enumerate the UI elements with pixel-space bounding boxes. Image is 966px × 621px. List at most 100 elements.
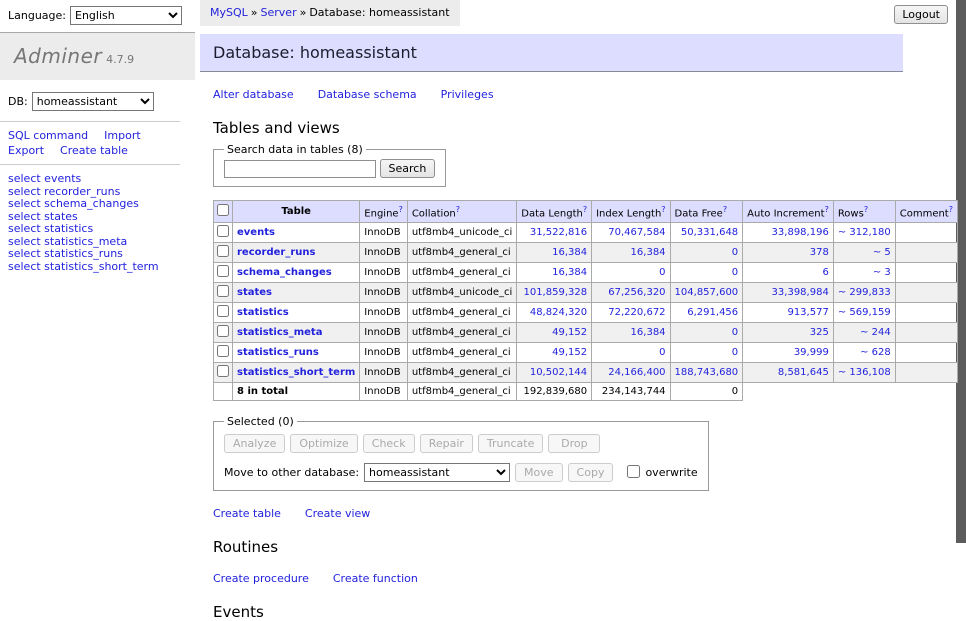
sidebar-table-select-link[interactable]: select schema_changes xyxy=(8,198,187,211)
table-name-link[interactable]: statistics_short_term xyxy=(237,367,355,378)
help-icon[interactable]: ? xyxy=(864,205,868,214)
help-icon[interactable]: ? xyxy=(583,205,587,214)
sidebar-table-select-link[interactable]: select statistics_runs xyxy=(8,248,187,261)
db-select[interactable]: homeassistant xyxy=(32,92,154,111)
data-length-cell: 48,824,320 xyxy=(517,303,592,323)
breadcrumb-server-link[interactable]: Server xyxy=(261,6,297,19)
total-index-length-cell: 234,143,744 xyxy=(592,383,670,401)
collation-cell: utf8mb4_unicode_ci xyxy=(407,283,516,303)
row-checkbox[interactable] xyxy=(217,265,229,277)
table-name-link[interactable]: schema_changes xyxy=(237,267,332,278)
breadcrumb-mysql-link[interactable]: MySQL xyxy=(210,6,248,19)
sidebar-table-select-link[interactable]: select statistics xyxy=(8,223,187,236)
events-section-title: Events xyxy=(213,603,903,621)
sidebar-action-link[interactable]: Create table xyxy=(60,143,128,158)
move-copy-button[interactable]: Copy xyxy=(568,463,614,482)
breadcrumb-current: Database: homeassistant xyxy=(309,6,449,19)
auto-increment-cell: 33,898,196 xyxy=(743,223,834,243)
data-free-cell: 0 xyxy=(670,343,743,363)
database-action-link[interactable]: Database schema xyxy=(318,88,417,101)
table-row: statisticsInnoDButf8mb4_general_ci48,824… xyxy=(214,303,958,323)
row-checkbox[interactable] xyxy=(217,285,229,297)
data-free-cell: 0 xyxy=(670,243,743,263)
table-name-cell: states xyxy=(233,283,360,303)
language-select[interactable]: English xyxy=(70,6,182,25)
table-name-cell: schema_changes xyxy=(233,263,360,283)
move-database-select[interactable]: homeassistant xyxy=(364,463,510,482)
table-name-link[interactable]: recorder_runs xyxy=(237,247,315,258)
column-header-collation: Collation? xyxy=(407,201,516,223)
adminer-version: 4.7.9 xyxy=(106,53,134,66)
collation-cell: utf8mb4_general_ci xyxy=(407,263,516,283)
selected-action-button[interactable]: Analyze xyxy=(224,434,285,453)
row-checkbox[interactable] xyxy=(217,245,229,257)
database-action-link[interactable]: Alter database xyxy=(213,88,294,101)
comment-cell xyxy=(895,343,957,363)
sidebar-table-select-link[interactable]: select statistics_short_term xyxy=(8,261,187,274)
help-icon[interactable]: ? xyxy=(661,205,665,214)
column-header-table: Table xyxy=(233,201,360,223)
help-icon[interactable]: ? xyxy=(949,205,953,214)
rows-cell: ~ 299,833 xyxy=(833,283,895,303)
selected-action-button[interactable]: Drop xyxy=(548,434,600,453)
sidebar-table-select-link[interactable]: select events xyxy=(8,173,187,186)
table-name-cell: statistics_meta xyxy=(233,323,360,343)
help-icon[interactable]: ? xyxy=(456,205,460,214)
table-name-link[interactable]: states xyxy=(237,287,272,298)
sidebar-action-link[interactable]: Export xyxy=(8,143,44,158)
search-input[interactable] xyxy=(224,160,376,178)
help-icon[interactable]: ? xyxy=(825,205,829,214)
table-row: schema_changesInnoDButf8mb4_general_ci16… xyxy=(214,263,958,283)
table-name-link[interactable]: statistics xyxy=(237,307,289,318)
search-button[interactable]: Search xyxy=(380,159,436,178)
index-length-cell: 70,467,584 xyxy=(592,223,670,243)
row-check-cell xyxy=(214,263,233,283)
data-length-cell: 16,384 xyxy=(517,263,592,283)
language-row: Language:English xyxy=(0,0,195,33)
create-link[interactable]: Create view xyxy=(305,507,370,520)
comment-cell xyxy=(895,283,957,303)
sidebar-action-link[interactable]: SQL command xyxy=(8,128,88,143)
routine-create-link[interactable]: Create procedure xyxy=(213,572,309,585)
help-icon[interactable]: ? xyxy=(723,205,727,214)
row-checkbox[interactable] xyxy=(217,345,229,357)
table-name-cell: statistics xyxy=(233,303,360,323)
table-name-cell: statistics_short_term xyxy=(233,363,360,383)
table-row: statistics_runsInnoDButf8mb4_general_ci4… xyxy=(214,343,958,363)
help-icon[interactable]: ? xyxy=(399,205,403,214)
column-header-data-free: Data Free? xyxy=(670,201,743,223)
selected-action-button[interactable]: Optimize xyxy=(290,434,357,453)
row-checkbox[interactable] xyxy=(217,325,229,337)
sidebar-actions: SQL command Import Export Create table xyxy=(0,121,180,165)
column-header-comment: Comment? xyxy=(895,201,957,223)
rows-cell: ~ 628 xyxy=(833,343,895,363)
data-free-cell: 0 xyxy=(670,263,743,283)
table-name-link[interactable]: statistics_meta xyxy=(237,327,322,338)
comment-cell xyxy=(895,263,957,283)
collation-cell: utf8mb4_general_ci xyxy=(407,323,516,343)
move-copy-button[interactable]: Move xyxy=(515,463,563,482)
row-checkbox[interactable] xyxy=(217,225,229,237)
row-checkbox[interactable] xyxy=(217,305,229,317)
table-total-row: 8 in totalInnoDButf8mb4_general_ci192,83… xyxy=(214,383,958,401)
table-name-cell: recorder_runs xyxy=(233,243,360,263)
index-length-cell: 0 xyxy=(592,263,670,283)
table-name-link[interactable]: events xyxy=(237,227,275,238)
selected-action-button[interactable]: Check xyxy=(363,434,415,453)
database-action-link[interactable]: Privileges xyxy=(441,88,494,101)
selected-action-button[interactable]: Truncate xyxy=(478,434,543,453)
logout-button[interactable]: Logout xyxy=(894,5,948,24)
row-checkbox[interactable] xyxy=(217,365,229,377)
index-length-cell: 16,384 xyxy=(592,323,670,343)
index-length-cell: 72,220,672 xyxy=(592,303,670,323)
comment-cell xyxy=(895,323,957,343)
selected-action-button[interactable]: Repair xyxy=(420,434,473,453)
overwrite-checkbox[interactable] xyxy=(627,465,640,478)
sidebar-action-link[interactable]: Import xyxy=(104,128,141,143)
create-link[interactable]: Create table xyxy=(213,507,281,520)
adminer-logo-name: Adminer xyxy=(14,44,102,68)
table-name-link[interactable]: statistics_runs xyxy=(237,347,319,358)
breadcrumb: MySQL»Server»Database: homeassistant xyxy=(200,0,460,26)
routine-create-link[interactable]: Create function xyxy=(333,572,418,585)
select-all-checkbox[interactable] xyxy=(217,204,229,216)
